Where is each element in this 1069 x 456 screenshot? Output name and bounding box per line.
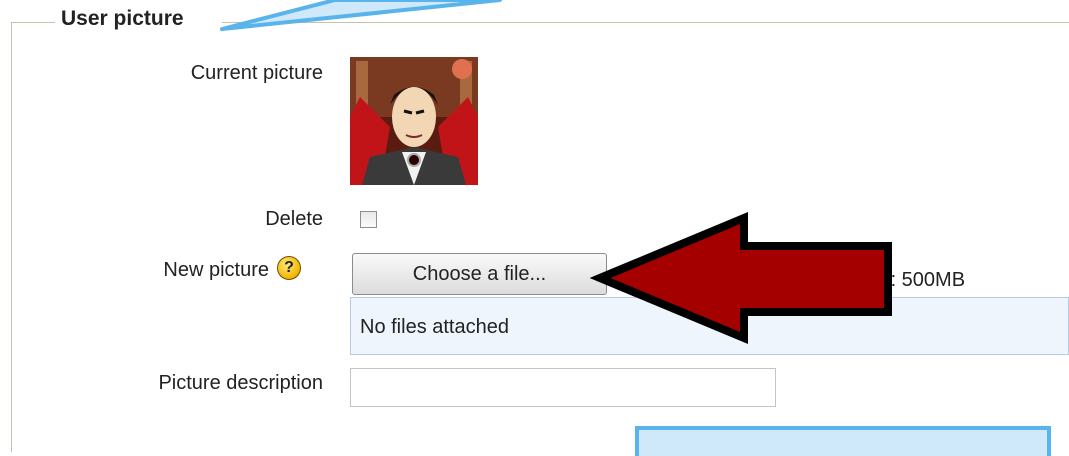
files-status-text: No files attached [360, 316, 509, 338]
callout-box [635, 426, 1051, 456]
delete-label: Delete [265, 208, 323, 230]
choose-file-button[interactable]: Choose a file... [352, 253, 607, 295]
section-legend: User picture [61, 7, 184, 30]
current-picture-label: Current picture [190, 62, 323, 84]
current-picture-avatar [350, 57, 478, 185]
delete-checkbox[interactable] [360, 211, 377, 228]
callout-pointer [220, 0, 502, 31]
new-picture-label: New picture [163, 259, 269, 281]
fieldset-border-top [222, 22, 1069, 23]
help-icon[interactable]: ? [277, 256, 301, 280]
picture-description-label: Picture description [158, 372, 323, 394]
max-file-size-text: les: 500MB [865, 269, 966, 291]
fieldset-border-top [11, 22, 55, 23]
fieldset-border-left [11, 22, 12, 452]
picture-description-input[interactable] [350, 368, 776, 407]
